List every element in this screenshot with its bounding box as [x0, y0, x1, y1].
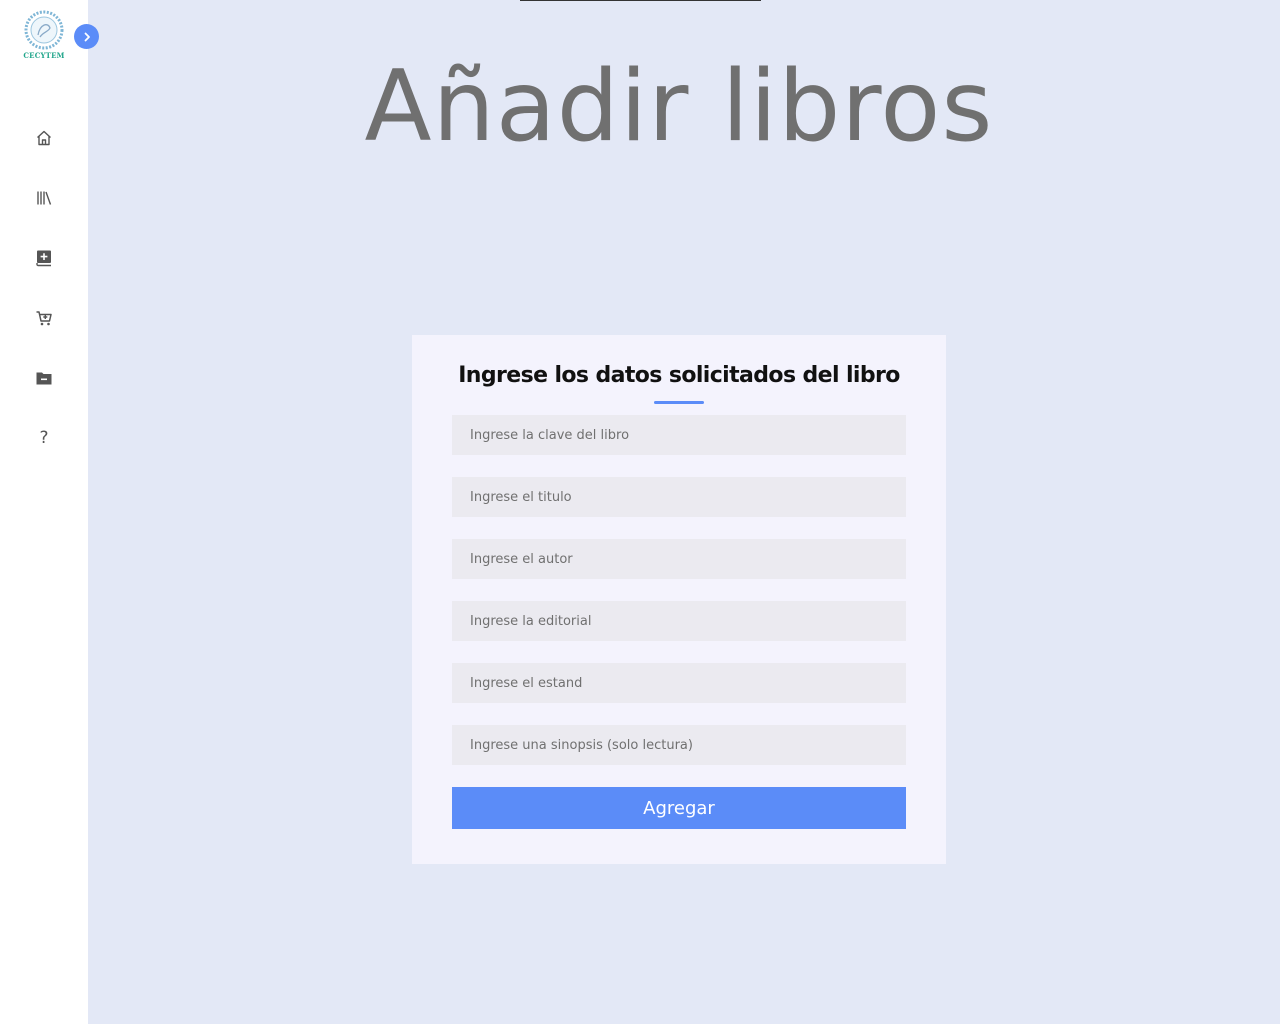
logo-emblem-icon [24, 10, 64, 50]
title-underline [654, 401, 704, 404]
school-logo: CECYTEM [22, 10, 66, 62]
sidebar: CECYTEM ? [0, 0, 88, 1024]
sidebar-item-home[interactable] [30, 124, 58, 152]
chevron-right-icon [84, 32, 90, 41]
home-icon [37, 130, 51, 146]
sidebar-item-cart[interactable] [30, 304, 58, 332]
book-stand-input[interactable] [452, 663, 906, 703]
logo-text: CECYTEM [23, 51, 65, 60]
add-book-submit-button[interactable]: Agregar [452, 787, 906, 829]
sidebar-item-add-book[interactable] [30, 244, 58, 272]
form-title: Ingrese los datos solicitados del libro [458, 363, 900, 388]
book-synopsis-input[interactable] [452, 725, 906, 765]
top-divider [520, 0, 761, 1]
sidebar-item-help[interactable]: ? [30, 424, 58, 452]
book-author-input[interactable] [452, 539, 906, 579]
folder-minus-icon [36, 372, 52, 385]
add-book-icon [36, 250, 51, 267]
page-title: Añadir libros [364, 50, 994, 164]
book-title-input[interactable] [452, 477, 906, 517]
help-icon: ? [39, 428, 49, 448]
add-book-form: Ingrese los datos solicitados del libro … [412, 335, 946, 864]
sidebar-toggle-button[interactable] [74, 24, 99, 49]
library-icon [37, 191, 52, 205]
sidebar-item-remove-folder[interactable] [30, 364, 58, 392]
cart-icon [36, 311, 52, 326]
sidebar-item-library[interactable] [30, 184, 58, 212]
book-key-input[interactable] [452, 415, 906, 455]
book-publisher-input[interactable] [452, 601, 906, 641]
